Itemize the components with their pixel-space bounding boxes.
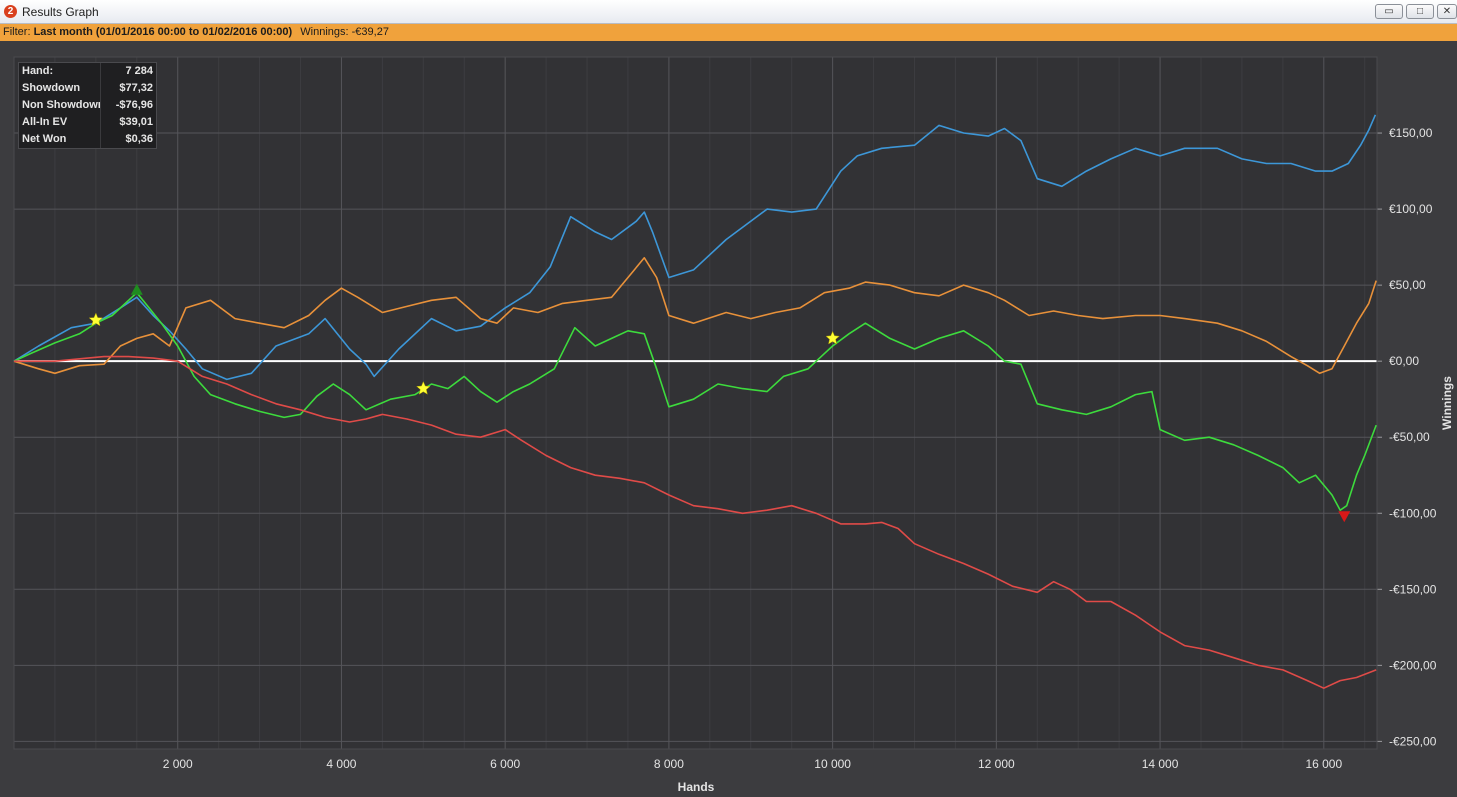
stat-value: $0,36 [100, 131, 156, 148]
x-tick-label: 8 000 [654, 757, 684, 771]
stats-panel: Hand: 7 284 Showdown $77,32 Non Showdown -$… [18, 62, 157, 149]
stat-label: Non Showdown [22, 99, 100, 111]
x-tick-label: 2 000 [163, 757, 193, 771]
stat-label: Net Won [22, 133, 67, 145]
y-tick-label: -€50,00 [1389, 430, 1430, 444]
chart-grid [13, 56, 1382, 750]
y-tick-labels: €150,00 €100,00 €50,00 €0,00 -€50,00 -€100,00… [1389, 126, 1437, 748]
y-tick-label: €100,00 [1389, 202, 1433, 216]
min-marker[interactable] [1338, 511, 1351, 523]
x-tick-label: 14 000 [1142, 757, 1179, 771]
stat-row-showdown: Showdown $77,32 [19, 80, 156, 97]
x-axis-title: Hands [678, 780, 715, 794]
x-tick-label: 16 000 [1305, 757, 1342, 771]
stat-row-non-showdown: Non Showdown -$76,96 [19, 97, 156, 114]
y-tick-label: €0,00 [1389, 354, 1419, 368]
stat-label: Hand: [22, 65, 54, 77]
y-tick-label: €50,00 [1389, 278, 1426, 292]
x-tick-labels: 2 000 4 000 6 000 8 000 10 000 12 000 14 000 16… [163, 757, 1343, 771]
y-tick-label: €150,00 [1389, 126, 1433, 140]
x-tick-label: 4 000 [326, 757, 356, 771]
stat-value: $77,32 [100, 80, 156, 97]
stat-label: Showdown [22, 82, 81, 94]
chart-markers [88, 283, 1351, 523]
stat-label: All-In EV [22, 116, 68, 128]
stat-row-hand: Hand: 7 284 [19, 63, 156, 80]
y-tick-label: -€250,00 [1389, 734, 1437, 748]
y-tick-label: -€200,00 [1389, 658, 1437, 672]
x-tick-label: 12 000 [978, 757, 1015, 771]
y-tick-label: -€100,00 [1389, 506, 1437, 520]
stat-value: 7 284 [100, 63, 156, 80]
stat-value: $39,01 [100, 114, 156, 131]
y-axis-title: Winnings [1440, 376, 1454, 430]
x-tick-label: 6 000 [490, 757, 520, 771]
x-tick-label: 10 000 [814, 757, 851, 771]
stat-value: -$76,96 [100, 97, 156, 114]
y-tick-label: -€150,00 [1389, 582, 1437, 596]
stat-row-all-in-ev: All-In EV $39,01 [19, 114, 156, 131]
results-chart[interactable]: 2 000 4 000 6 000 8 000 10 000 12 000 14 000 16… [0, 0, 1457, 797]
stat-row-net-won: Net Won $0,36 [19, 131, 156, 148]
